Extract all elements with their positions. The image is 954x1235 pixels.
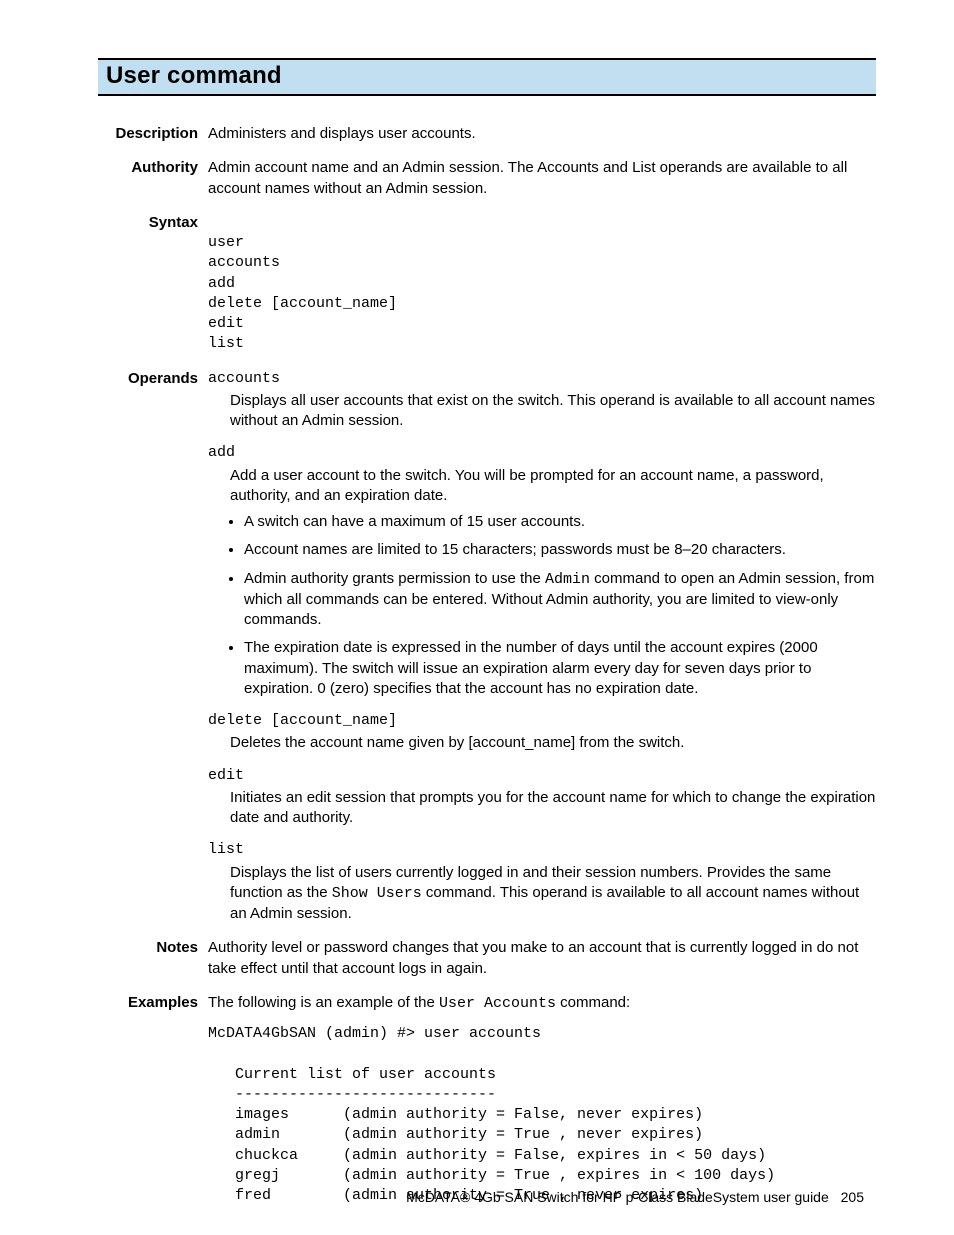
operand-body: Displays all user accounts that exist on… <box>230 391 876 432</box>
footer-page: 205 <box>841 1189 864 1205</box>
footer-text: McDATA® 4Gb SAN Switch for HP p-Class Bl… <box>406 1189 829 1205</box>
examples-code: McDATA4GbSAN (admin) #> user accounts Cu… <box>208 1024 876 1206</box>
page: User command Description Administers and… <box>0 0 954 1235</box>
bullet: Account names are limited to 15 characte… <box>244 540 876 560</box>
operand-body: Deletes the account name given by [accou… <box>230 733 876 753</box>
body-operands: accounts Displays all user accounts that… <box>208 369 876 925</box>
section-title: User command <box>106 62 282 89</box>
label-operands: Operands <box>98 369 198 925</box>
examples-intro: The following is an example of the User … <box>208 993 876 1014</box>
body-authority: Admin account name and an Admin session.… <box>208 158 876 199</box>
operand-body: Initiates an edit session that prompts y… <box>230 788 876 829</box>
bullet: The expiration date is expressed in the … <box>244 638 876 699</box>
operand-name: edit <box>208 766 876 786</box>
content: Description Administers and displays use… <box>98 124 876 1206</box>
syntax-line: add <box>208 274 235 294</box>
body-syntax: user accounts add delete [account_name] … <box>208 213 876 355</box>
operand-body: Displays the list of users currently log… <box>230 863 876 925</box>
operand-name: accounts <box>208 369 876 389</box>
row-examples: Examples The following is an example of … <box>98 993 876 1207</box>
row-operands: Operands accounts Displays all user acco… <box>98 369 876 925</box>
row-notes: Notes Authority level or password change… <box>98 938 876 979</box>
row-authority: Authority Admin account name and an Admi… <box>98 158 876 199</box>
body-description: Administers and displays user accounts. <box>208 124 876 144</box>
operand-bullets: A switch can have a maximum of 15 user a… <box>208 512 876 699</box>
body-notes: Authority level or password changes that… <box>208 938 876 979</box>
syntax-line: edit <box>208 314 244 334</box>
operand-name: add <box>208 443 876 463</box>
bullet: Admin authority grants permission to use… <box>244 569 876 631</box>
syntax-line: user <box>208 233 244 253</box>
syntax-line: list <box>208 334 244 354</box>
section-title-bar: User command <box>98 58 876 96</box>
operand-name: list <box>208 840 876 860</box>
row-description: Description Administers and displays use… <box>98 124 876 144</box>
operand-name: delete [account_name] <box>208 711 876 731</box>
row-syntax: Syntax user accounts add delete [account… <box>98 213 876 355</box>
footer: McDATA® 4Gb SAN Switch for HP p-Class Bl… <box>406 1189 864 1205</box>
label-notes: Notes <box>98 938 198 979</box>
bullet: A switch can have a maximum of 15 user a… <box>244 512 876 532</box>
operand-body: Add a user account to the switch. You wi… <box>230 466 876 507</box>
label-description: Description <box>98 124 198 144</box>
label-authority: Authority <box>98 158 198 199</box>
syntax-line: delete [account_name] <box>208 294 397 314</box>
syntax-line: accounts <box>208 253 280 273</box>
label-examples: Examples <box>98 993 198 1207</box>
label-syntax: Syntax <box>98 213 198 355</box>
body-examples: The following is an example of the User … <box>208 993 876 1207</box>
